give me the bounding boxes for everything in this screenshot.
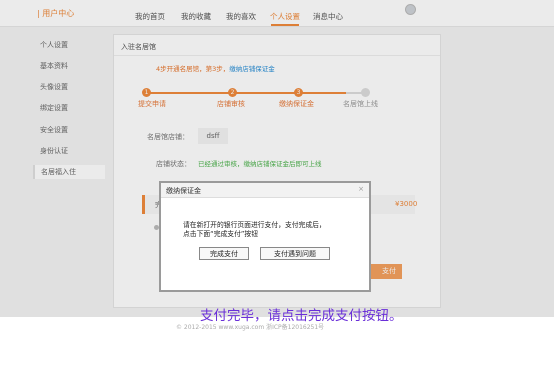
dialog-header: 缴纳保证金 × <box>161 183 369 198</box>
dialog-message-line2: 点击下面“完成支付”按钮 <box>183 230 259 238</box>
close-icon[interactable]: × <box>358 185 364 193</box>
dialog-message-line1: 请在新打开的银行页面进行支付，支付完成后， <box>183 221 326 229</box>
dialog-message: 请在新打开的银行页面进行支付，支付完成后， 点击下面“完成支付”按钮 <box>183 221 358 239</box>
instruction-annotation: 支付完毕，请点击完成支付按钮。 <box>200 308 403 324</box>
footer-copyright: © 2012-2015 www.xuga.com 浙ICP备12016251号 <box>176 324 325 331</box>
payment-complete-button[interactable]: 完成支付 <box>199 247 249 260</box>
deposit-dialog: 缴纳保证金 × 请在新打开的银行页面进行支付，支付完成后， 点击下面“完成支付”… <box>159 181 371 292</box>
dialog-title: 缴纳保证金 <box>166 187 201 195</box>
payment-problem-button[interactable]: 支付遇到问题 <box>260 247 330 260</box>
